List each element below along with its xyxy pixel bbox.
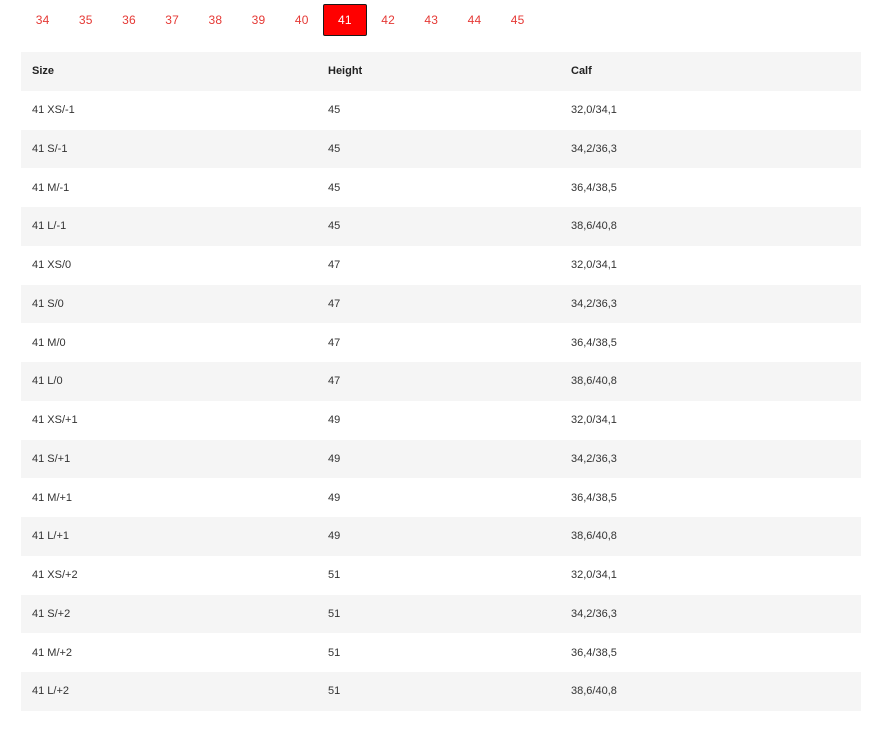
cell-size: 41 M/+1	[21, 478, 317, 517]
cell-height: 51	[317, 672, 560, 711]
cell-calf: 38,6/40,8	[560, 517, 861, 556]
cell-size: 41 M/0	[21, 323, 317, 362]
cell-calf: 38,6/40,8	[560, 207, 861, 246]
cell-size: 41 XS/-1	[21, 90, 317, 130]
cell-calf: 34,2/36,3	[560, 129, 861, 169]
cell-calf: 32,0/34,1	[560, 400, 861, 440]
size-tabs: 34 35 36 37 38 39 40 41 42 43 44 45	[21, 4, 539, 36]
size-tab-38[interactable]: 38	[194, 4, 237, 36]
size-tab-35[interactable]: 35	[64, 4, 107, 36]
cell-height: 51	[317, 633, 560, 672]
cell-height: 45	[317, 90, 560, 130]
table-row: 41 S/+1 49 34,2/36,3	[21, 439, 861, 479]
table-row: 41 M/-1 45 36,4/38,5	[21, 168, 861, 207]
size-tab-39[interactable]: 39	[237, 4, 280, 36]
cell-height: 47	[317, 323, 560, 362]
cell-calf: 38,6/40,8	[560, 362, 861, 401]
cell-height: 45	[317, 168, 560, 207]
cell-size: 41 XS/+2	[21, 555, 317, 595]
cell-calf: 34,2/36,3	[560, 594, 861, 634]
table-header: Size Height Calf	[21, 52, 861, 91]
cell-height: 51	[317, 555, 560, 595]
table-header-row: Size Height Calf	[21, 52, 861, 91]
table-row: 41 L/+1 49 38,6/40,8	[21, 517, 861, 556]
cell-height: 51	[317, 594, 560, 634]
cell-size: 41 M/-1	[21, 168, 317, 207]
size-tab-36[interactable]: 36	[107, 4, 150, 36]
table-body: 41 XS/-1 45 32,0/34,1 41 S/-1 45 34,2/36,3 41 …	[21, 90, 861, 711]
cell-calf: 36,4/38,5	[560, 168, 861, 207]
cell-size: 41 XS/0	[21, 245, 317, 285]
cell-size: 41 XS/+1	[21, 400, 317, 440]
table-row: 41 S/+2 51 34,2/36,3	[21, 594, 861, 634]
cell-calf: 36,4/38,5	[560, 633, 861, 672]
table-row: 41 L/+2 51 38,6/40,8	[21, 672, 861, 711]
table-row: 41 XS/0 47 32,0/34,1	[21, 245, 861, 285]
table-row: 41 S/-1 45 34,2/36,3	[21, 129, 861, 169]
cell-height: 45	[317, 129, 560, 169]
column-header-calf: Calf	[560, 52, 861, 91]
table-row: 41 XS/+1 49 32,0/34,1	[21, 400, 861, 440]
cell-calf: 36,4/38,5	[560, 478, 861, 517]
cell-calf: 32,0/34,1	[560, 555, 861, 595]
cell-size: 41 L/+1	[21, 517, 317, 556]
cell-height: 47	[317, 284, 560, 324]
cell-height: 49	[317, 439, 560, 479]
table-row: 41 M/+2 51 36,4/38,5	[21, 633, 861, 672]
size-table: Size Height Calf 41 XS/-1 45 32,0/34,1 41 S…	[21, 52, 861, 711]
cell-height: 49	[317, 517, 560, 556]
cell-size: 41 S/0	[21, 284, 317, 324]
cell-size: 41 L/-1	[21, 207, 317, 246]
size-tab-34[interactable]: 34	[21, 4, 64, 36]
size-tab-42[interactable]: 42	[367, 4, 410, 36]
cell-size: 41 S/+2	[21, 594, 317, 634]
table-row: 41 L/-1 45 38,6/40,8	[21, 207, 861, 246]
cell-calf: 32,0/34,1	[560, 245, 861, 285]
cell-calf: 32,0/34,1	[560, 90, 861, 130]
cell-size: 41 L/+2	[21, 672, 317, 711]
size-tab-43[interactable]: 43	[410, 4, 453, 36]
table-row: 41 XS/-1 45 32,0/34,1	[21, 90, 861, 130]
cell-height: 49	[317, 478, 560, 517]
cell-calf: 34,2/36,3	[560, 439, 861, 479]
table-row: 41 L/0 47 38,6/40,8	[21, 362, 861, 401]
cell-size: 41 L/0	[21, 362, 317, 401]
cell-height: 49	[317, 400, 560, 440]
table-row: 41 M/+1 49 36,4/38,5	[21, 478, 861, 517]
size-tab-45[interactable]: 45	[496, 4, 539, 36]
column-header-height: Height	[317, 52, 560, 91]
cell-size: 41 S/-1	[21, 129, 317, 169]
size-tab-41[interactable]: 41	[323, 4, 367, 36]
cell-height: 45	[317, 207, 560, 246]
table-row: 41 M/0 47 36,4/38,5	[21, 323, 861, 362]
cell-calf: 34,2/36,3	[560, 284, 861, 324]
table-row: 41 XS/+2 51 32,0/34,1	[21, 555, 861, 595]
cell-height: 47	[317, 245, 560, 285]
cell-size: 41 M/+2	[21, 633, 317, 672]
cell-calf: 36,4/38,5	[560, 323, 861, 362]
cell-height: 47	[317, 362, 560, 401]
size-tab-44[interactable]: 44	[453, 4, 496, 36]
column-header-size: Size	[21, 52, 317, 91]
table-row: 41 S/0 47 34,2/36,3	[21, 284, 861, 324]
size-tab-37[interactable]: 37	[151, 4, 194, 36]
size-tab-40[interactable]: 40	[280, 4, 323, 36]
cell-size: 41 S/+1	[21, 439, 317, 479]
cell-calf: 38,6/40,8	[560, 672, 861, 711]
